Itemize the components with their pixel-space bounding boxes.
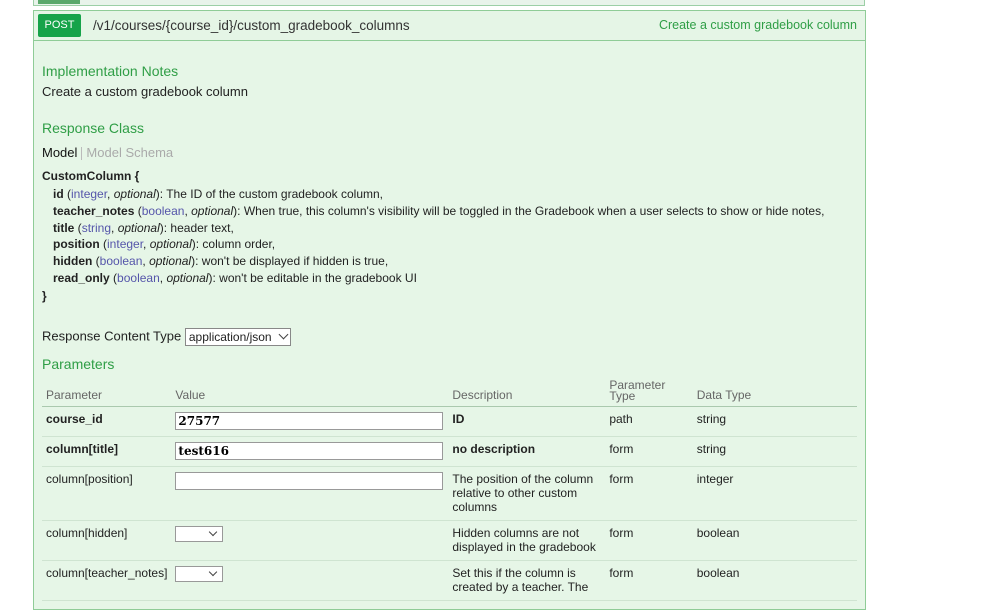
param-value-cell: [171, 560, 449, 601]
param-description: Hidden columns are not displayed in the …: [448, 520, 606, 561]
header-data-type: Data Type: [692, 376, 857, 407]
tab-divider: [81, 147, 83, 161]
method-badge[interactable]: POST: [38, 14, 81, 37]
model-signature: CustomColumn { id (integer, optional): T…: [42, 169, 842, 305]
parameters-table: Parameter Value Description Parameter Ty…: [42, 376, 857, 601]
header-parameter: Parameter: [42, 376, 172, 407]
model-closing-brace: }: [42, 288, 47, 303]
param-name: column[teacher_notes]: [42, 560, 172, 601]
property-optional: optional: [117, 220, 160, 235]
response-content-type: Response Content Type application/json: [42, 328, 291, 346]
header-parameter-type: Parameter Type: [605, 376, 693, 407]
property-optional: optional: [113, 187, 156, 201]
tab-model-schema[interactable]: Model Schema: [86, 145, 173, 160]
param-description: Set this if the column is created by a t…: [448, 560, 606, 601]
property-type: boolean: [141, 203, 185, 218]
param-name: column[hidden]: [42, 520, 172, 561]
previous-operation-strip: [33, 0, 865, 6]
header-value: Value: [171, 376, 449, 407]
course-id-input[interactable]: [175, 411, 444, 430]
property-optional: optional: [166, 270, 209, 285]
response-content-type-select[interactable]: application/json: [184, 328, 291, 346]
column-teacher-notes-select[interactable]: [175, 565, 224, 582]
table-row: column[position] The position of the col…: [42, 466, 857, 521]
model-property: read_only (boolean, optional): won't be …: [53, 270, 417, 285]
property-description: : column order,: [195, 237, 276, 252]
param-data-type: integer: [692, 466, 857, 521]
param-name: column[position]: [42, 466, 172, 521]
param-type: form: [605, 466, 693, 521]
property-type: boolean: [117, 270, 160, 285]
property-description: : The ID of the custom gradebook column,: [159, 187, 383, 201]
operation-heading[interactable]: POST /v1/courses/{course_id}/custom_grad…: [34, 11, 865, 41]
model-property: teacher_notes (boolean, optional): When …: [53, 203, 825, 218]
property-type: boolean: [99, 254, 143, 269]
table-row: course_id ID path string: [42, 406, 857, 437]
chevron-down-icon: [278, 329, 289, 340]
model-tabs: Model Model Schema: [42, 145, 173, 161]
model-name: CustomColumn {: [42, 169, 140, 183]
param-type: form: [605, 560, 693, 601]
param-description: no description: [448, 436, 606, 467]
model-property: hidden (boolean, optional): won't be dis…: [53, 254, 389, 269]
property-type: integer: [71, 187, 108, 201]
table-row: column[hidden] Hidden columns are not di…: [42, 520, 857, 561]
model-property: id (integer, optional): The ID of the cu…: [53, 187, 383, 201]
property-name: read_only: [53, 270, 110, 285]
parameters-title: Parameters: [42, 356, 115, 372]
property-description: : won't be displayed if hidden is true,: [195, 254, 389, 269]
response-content-type-label: Response Content Type: [42, 328, 182, 344]
property-description: : header text,: [163, 220, 234, 235]
response-class-title: Response Class: [42, 120, 144, 136]
property-name: id: [53, 187, 64, 201]
param-name: course_id: [42, 406, 172, 437]
param-type: form: [605, 436, 693, 467]
property-optional: optional: [191, 203, 234, 218]
operation-panel: POST /v1/courses/{course_id}/custom_grad…: [33, 10, 866, 610]
tab-model[interactable]: Model: [42, 145, 77, 160]
property-type: string: [81, 220, 112, 235]
response-content-type-value: application/json: [188, 330, 272, 344]
column-title-input[interactable]: [175, 441, 444, 460]
param-name: column[title]: [42, 436, 172, 467]
chevron-down-icon: [209, 567, 218, 576]
param-value-cell: [171, 520, 449, 561]
property-optional: optional: [149, 237, 192, 252]
table-row: column[title] no description form string: [42, 436, 857, 467]
param-value-cell: [171, 466, 449, 521]
property-name: title: [53, 220, 75, 235]
param-data-type: boolean: [692, 560, 857, 601]
param-description: ID: [448, 406, 606, 437]
param-data-type: boolean: [692, 520, 857, 561]
column-position-input[interactable]: [175, 471, 444, 490]
chevron-down-icon: [209, 527, 218, 536]
property-name: hidden: [53, 254, 93, 269]
model-property: position (integer, optional): column ord…: [53, 237, 276, 252]
table-header-row: Parameter Value Description Parameter Ty…: [42, 376, 857, 407]
property-optional: optional: [149, 254, 192, 269]
table-row: column[teacher_notes] Set this if the co…: [42, 560, 857, 601]
param-value-cell: [171, 436, 449, 467]
property-description: : When true, this column's visibility wi…: [237, 203, 825, 218]
param-value-cell: [171, 406, 449, 437]
param-description: The position of the column relative to o…: [448, 466, 606, 521]
column-hidden-select[interactable]: [175, 525, 224, 542]
operation-path[interactable]: /v1/courses/{course_id}/custom_gradebook…: [93, 18, 410, 33]
property-name: position: [53, 237, 100, 252]
implementation-notes-text: Create a custom gradebook column: [42, 84, 248, 99]
param-data-type: string: [692, 406, 857, 437]
param-type: form: [605, 520, 693, 561]
property-type: integer: [107, 237, 144, 252]
param-type: path: [605, 406, 693, 437]
property-description: : won't be editable in the gradebook UI: [212, 270, 417, 285]
param-data-type: string: [692, 436, 857, 467]
previous-operation-badge: [38, 0, 80, 4]
operation-summary[interactable]: Create a custom gradebook column: [659, 18, 857, 32]
implementation-notes-title: Implementation Notes: [42, 63, 179, 79]
property-name: teacher_notes: [53, 203, 135, 218]
header-description: Description: [448, 376, 606, 407]
model-property: title (string, optional): header text,: [53, 220, 234, 235]
